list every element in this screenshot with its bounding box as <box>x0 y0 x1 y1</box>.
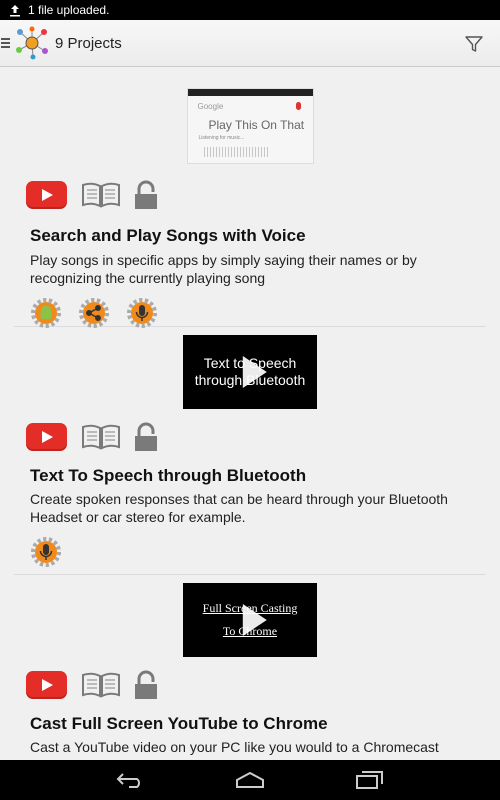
share-gear-icon <box>78 297 110 329</box>
video-thumbnail[interactable]: Text to Speech through Bluetooth <box>183 335 317 409</box>
mic-gear-icon <box>126 297 158 329</box>
youtube-icon[interactable] <box>26 181 67 209</box>
mic-icon <box>295 102 301 110</box>
project-card[interactable]: Google Play This On That Listening for m… <box>14 67 486 329</box>
project-description: Play songs in specific apps by simply sa… <box>30 252 417 286</box>
youtube-icon[interactable] <box>26 423 67 451</box>
project-description: Create spoken responses that can be hear… <box>30 491 448 525</box>
lock-icon[interactable] <box>133 180 159 210</box>
upload-icon <box>8 3 22 17</box>
mic-gear-icon <box>30 536 62 568</box>
lock-icon[interactable] <box>133 670 159 700</box>
play-icon <box>242 356 267 388</box>
book-icon[interactable] <box>81 424 121 450</box>
book-icon[interactable] <box>81 672 121 698</box>
status-notification: 1 file uploaded. <box>28 3 110 17</box>
book-icon[interactable] <box>81 182 121 208</box>
back-icon[interactable] <box>110 768 150 792</box>
recents-icon[interactable] <box>350 768 390 792</box>
play-icon <box>242 604 267 636</box>
page-title: 9 Projects <box>55 34 122 52</box>
project-title: Search and Play Songs with Voice <box>30 226 306 245</box>
project-title: Cast Full Screen YouTube to Chrome <box>30 714 328 733</box>
video-thumbnail[interactable]: Full Screen Casting To Chrome <box>183 583 317 657</box>
project-description: Cast a YouTube video on your PC like you… <box>30 739 439 755</box>
navigation-bar <box>0 760 500 800</box>
filter-icon[interactable] <box>464 34 484 54</box>
hamburger-icon[interactable] <box>1 38 13 48</box>
project-card[interactable]: Text to Speech through Bluetooth Text To… <box>14 327 486 575</box>
action-bar: 9 Projects <box>0 20 500 67</box>
project-thumbnail[interactable]: Google Play This On That Listening for m… <box>186 88 314 164</box>
status-bar: 1 file uploaded. <box>0 0 500 20</box>
android-gear-icon <box>30 297 62 329</box>
project-list[interactable]: Google Play This On That Listening for m… <box>0 67 500 760</box>
project-title: Text To Speech through Bluetooth <box>30 466 307 485</box>
project-card[interactable]: Full Screen Casting To Chrome Cast Full … <box>14 575 486 760</box>
youtube-icon[interactable] <box>26 671 67 699</box>
lock-icon[interactable] <box>133 422 159 452</box>
app-logo-icon[interactable] <box>15 26 49 60</box>
home-icon[interactable] <box>230 768 270 792</box>
